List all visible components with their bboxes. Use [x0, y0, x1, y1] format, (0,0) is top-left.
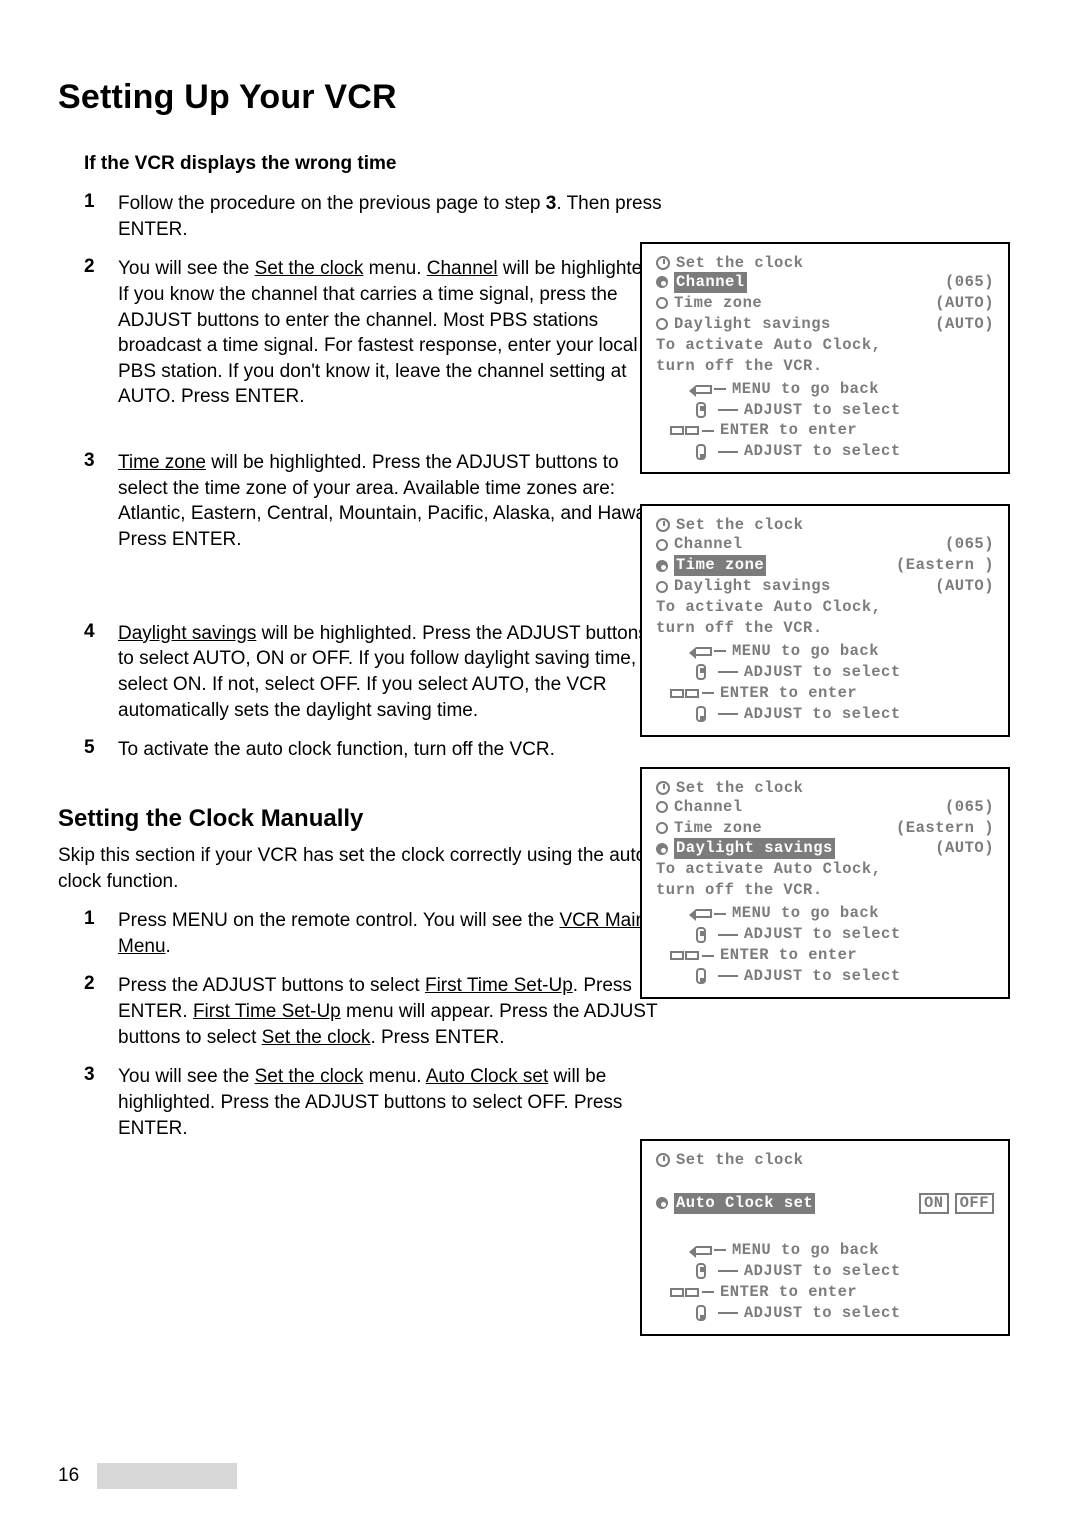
osd-row-channel: Channel (065) — [656, 272, 994, 293]
bullet-icon — [656, 822, 668, 834]
step-number: 1 — [84, 191, 118, 242]
back-icon — [696, 1246, 712, 1255]
bullet-icon — [656, 1197, 668, 1209]
osd-row-channel: Channel (065) — [656, 797, 994, 818]
osd-row-daylight: Daylight savings (AUTO) — [656, 838, 994, 859]
osd-column: Set the clock Channel (065) Time zone (A… — [640, 242, 1010, 1366]
bullet-icon — [656, 276, 668, 288]
steps-list-a2: 3 Time zone will be highlighted. Press t… — [84, 450, 664, 553]
footer-bar — [97, 1463, 237, 1489]
bullet-icon — [656, 581, 668, 593]
osd-screen-timezone: Set the clock Channel (065) Time zone (E… — [640, 504, 1010, 736]
remote-right-icon — [685, 951, 699, 960]
back-icon — [696, 909, 712, 918]
step-item: 3 Time zone will be highlighted. Press t… — [84, 450, 664, 553]
step-item: 2 You will see the Set the clock menu. C… — [84, 256, 664, 410]
clock-icon — [656, 781, 670, 795]
remote-right-icon — [685, 689, 699, 698]
remote-left-icon — [670, 1288, 684, 1297]
remote-left-icon — [670, 426, 684, 435]
step-item: 2 Press the ADJUST buttons to select Fir… — [84, 973, 664, 1050]
osd-row-channel: Channel (065) — [656, 534, 994, 555]
step-item: 5 To activate the auto clock function, t… — [84, 737, 664, 763]
osd-screen-channel: Set the clock Channel (065) Time zone (A… — [640, 242, 1010, 474]
step-item: 3 You will see the Set the clock menu. A… — [84, 1064, 664, 1141]
osd-note: To activate Auto Clock, — [656, 335, 994, 356]
clock-icon — [656, 518, 670, 532]
page-title: Setting Up Your VCR — [58, 78, 1022, 117]
step-text: To activate the auto clock function, tur… — [118, 737, 664, 763]
steps-list-b: 1 Press MENU on the remote control. You … — [84, 908, 664, 1141]
section-heading-wrong-time: If the VCR displays the wrong time — [84, 153, 1022, 175]
back-icon — [696, 385, 712, 394]
step-number: 5 — [84, 737, 118, 763]
remote-down-icon — [696, 706, 706, 722]
step-text: You will see the Set the clock menu. Aut… — [118, 1064, 664, 1141]
remote-down-icon — [696, 1305, 706, 1321]
bullet-icon — [656, 560, 668, 572]
remote-down-icon — [696, 444, 706, 460]
step-number: 4 — [84, 621, 118, 724]
step-number: 2 — [84, 256, 118, 410]
step-number: 1 — [84, 908, 118, 959]
off-option: OFF — [955, 1193, 994, 1214]
osd-screen-daylight: Set the clock Channel (065) Time zone (E… — [640, 767, 1010, 999]
steps-list-a: 1 Follow the procedure on the previous p… — [84, 191, 664, 410]
step-text: Follow the procedure on the previous pag… — [118, 191, 664, 242]
step-number: 2 — [84, 973, 118, 1050]
bullet-icon — [656, 318, 668, 330]
bullet-icon — [656, 539, 668, 551]
step-text: Press MENU on the remote control. You wi… — [118, 908, 664, 959]
remote-right-icon — [685, 426, 699, 435]
on-off-toggle: ON OFF — [919, 1193, 994, 1214]
osd-row-daylight: Daylight savings (AUTO) — [656, 576, 994, 597]
step-text: Daylight savings will be highlighted. Pr… — [118, 621, 664, 724]
osd-note: turn off the VCR. — [656, 356, 994, 377]
osd-row-autoclock: Auto Clock set ON OFF — [656, 1193, 994, 1214]
remote-left-icon — [670, 689, 684, 698]
osd-row-daylight: Daylight savings (AUTO) — [656, 314, 994, 335]
remote-right-icon — [685, 1288, 699, 1297]
remote-left-icon — [670, 951, 684, 960]
remote-up-icon — [696, 1263, 706, 1279]
step-text: Press the ADJUST buttons to select First… — [118, 973, 664, 1050]
page-number: 16 — [58, 1465, 79, 1487]
step-text: You will see the Set the clock menu. Cha… — [118, 256, 664, 410]
steps-list-a3: 4 Daylight savings will be highlighted. … — [84, 621, 664, 763]
clock-icon — [656, 1153, 670, 1167]
step-item: 1 Press MENU on the remote control. You … — [84, 908, 664, 959]
remote-down-icon — [696, 968, 706, 984]
osd-hints: MENU to go back ADJUST to select ENTER t… — [656, 379, 994, 463]
bullet-icon — [656, 801, 668, 813]
remote-up-icon — [696, 927, 706, 943]
osd-title: Set the clock — [656, 254, 994, 272]
bullet-icon — [656, 297, 668, 309]
back-icon — [696, 647, 712, 656]
step-text: Time zone will be highlighted. Press the… — [118, 450, 664, 553]
step-item: 4 Daylight savings will be highlighted. … — [84, 621, 664, 724]
step-number: 3 — [84, 1064, 118, 1141]
manual-page: Setting Up Your VCR If the VCR displays … — [0, 0, 1080, 1529]
remote-up-icon — [696, 402, 706, 418]
page-footer: 16 — [58, 1463, 237, 1489]
remote-up-icon — [696, 664, 706, 680]
osd-row-timezone: Time zone (Eastern ) — [656, 555, 994, 576]
step-item: 1 Follow the procedure on the previous p… — [84, 191, 664, 242]
step-number: 3 — [84, 450, 118, 553]
osd-screen-autoclock: Set the clock Auto Clock set ON OFF MENU… — [640, 1139, 1010, 1336]
bullet-icon — [656, 843, 668, 855]
osd-row-timezone: Time zone (AUTO) — [656, 293, 994, 314]
osd-row-timezone: Time zone (Eastern ) — [656, 818, 994, 839]
on-option: ON — [919, 1193, 949, 1214]
clock-icon — [656, 256, 670, 270]
section-intro: Skip this section if your VCR has set th… — [58, 843, 668, 894]
